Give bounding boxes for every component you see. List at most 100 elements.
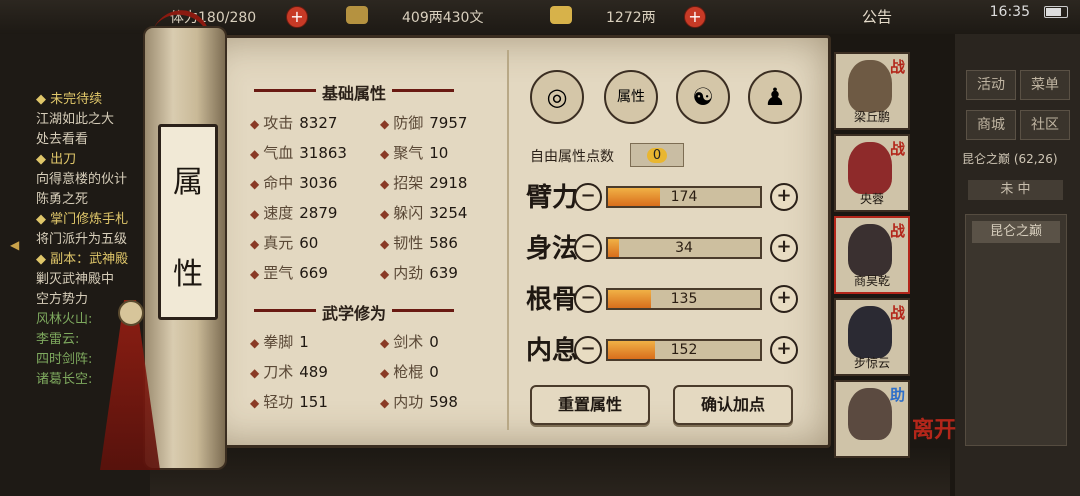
battery-icon <box>1044 6 1068 18</box>
quest-line: 剿灭武神殿中 <box>36 272 115 287</box>
decrease-attribute-button[interactable]: − <box>574 183 602 211</box>
increase-attribute-button[interactable]: + <box>770 183 798 211</box>
quest-line[interactable]: ◆ 未完待续 <box>36 88 102 107</box>
diamond-icon: ◆ <box>250 147 260 161</box>
stat-item: ◆ 真元 60 <box>250 232 318 253</box>
decrease-attribute-button[interactable]: − <box>574 336 602 364</box>
quest-line: 向得意楼的伙计 <box>36 172 128 187</box>
stat-value: 60 <box>299 234 319 252</box>
diamond-icon: ◆ <box>380 336 390 350</box>
decrease-attribute-button[interactable]: − <box>574 234 602 262</box>
party-member-card[interactable]: 战步惊云 <box>834 298 910 376</box>
attribute-book-icon[interactable]: 属性 <box>604 70 658 124</box>
list-item[interactable]: 昆仑之巅 <box>972 221 1060 243</box>
stat-label: 剑术 <box>393 333 424 351</box>
diamond-icon: ◆ <box>380 396 390 410</box>
quest-line[interactable]: ◆ 掌门修炼手札 <box>36 208 128 227</box>
clock-text: 16:35 <box>989 4 1030 20</box>
stat-label: 韧性 <box>393 234 424 252</box>
decrease-attribute-button[interactable]: − <box>574 285 602 313</box>
diamond-icon: ◆ <box>250 366 260 380</box>
hat-icon[interactable]: ◎ <box>530 70 584 124</box>
quest-line[interactable]: ◆ 出刀 <box>36 148 76 167</box>
stat-label: 枪棍 <box>393 363 424 381</box>
scroll-title-char-2: 性 <box>173 257 203 292</box>
quest-line[interactable]: ◆ 副本：武神殿 <box>36 248 128 267</box>
quest-line: 空方势力 <box>36 292 89 307</box>
notice-button[interactable]: 公告 <box>862 6 892 27</box>
quest-line: 四时剑阵: <box>36 352 93 367</box>
map-tab[interactable]: 未 中 <box>968 180 1063 200</box>
diamond-icon: ◆ <box>250 336 260 350</box>
collapse-arrow-icon[interactable]: ◀ <box>10 238 19 252</box>
increase-attribute-button[interactable]: + <box>770 336 798 364</box>
diamond-icon: ◆ <box>250 207 260 221</box>
attribute-bar: 174 <box>606 186 762 208</box>
stat-label: 聚气 <box>393 144 424 162</box>
stat-value: 586 <box>429 234 458 252</box>
increase-attribute-button[interactable]: + <box>770 234 798 262</box>
stat-item: ◆ 枪棍 0 <box>380 361 439 382</box>
stat-value: 669 <box>299 264 328 282</box>
portrait-image <box>848 142 892 194</box>
reset-attributes-button[interactable]: 重置属性 <box>530 385 650 425</box>
menu-button[interactable]: 菜单 <box>1020 70 1070 100</box>
portrait-image <box>848 306 892 358</box>
stat-label: 躲闪 <box>393 204 424 222</box>
add-gold-button[interactable]: + <box>684 6 706 28</box>
confirm-points-button[interactable]: 确认加点 <box>673 385 793 425</box>
free-points-box: 0 <box>630 143 684 167</box>
community-button[interactable]: 社区 <box>1020 110 1070 140</box>
tassel-knot <box>118 300 144 326</box>
basic-attributes-title: 基础属性 <box>253 80 455 104</box>
stat-label: 罡气 <box>263 264 294 282</box>
party-member-card[interactable]: 助 <box>834 380 910 458</box>
stat-value: 489 <box>299 363 328 381</box>
money-text: 409两430文 <box>402 10 484 26</box>
diamond-icon: ◆ <box>380 177 390 191</box>
party-member-card[interactable]: 战央蓉 <box>834 134 910 212</box>
stat-value: 639 <box>429 264 458 282</box>
attribute-value: 135 <box>670 291 698 307</box>
stat-item: ◆ 罡气 669 <box>250 262 328 283</box>
increase-attribute-button[interactable]: + <box>770 285 798 313</box>
stat-label: 防御 <box>393 114 424 132</box>
add-stamina-button[interactable]: + <box>286 6 308 28</box>
stat-item: ◆ 命中 3036 <box>250 172 337 193</box>
portrait-image <box>848 60 892 112</box>
stat-label: 命中 <box>263 174 294 192</box>
attribute-bar: 34 <box>606 237 762 259</box>
stat-label: 攻击 <box>263 114 294 132</box>
shop-button[interactable]: 商城 <box>966 110 1016 140</box>
yin-yang-icon[interactable]: ☯ <box>676 70 730 124</box>
coin-icon <box>346 6 368 24</box>
attribute-name: 臂力 <box>526 183 579 213</box>
diamond-icon: ◆ <box>250 396 260 410</box>
gold-text: 1272两 <box>606 10 656 26</box>
quest-line: 风林火山: <box>36 312 93 327</box>
diamond-icon: ◆ <box>380 267 390 281</box>
role-tag: 助 <box>889 386 905 404</box>
party-member-card[interactable]: 战商昊乾 <box>834 216 910 294</box>
party-member-card[interactable]: 战梁丘鹏 <box>834 52 910 130</box>
stat-value: 3036 <box>299 174 338 192</box>
stat-value: 31863 <box>299 144 347 162</box>
role-tag: 战 <box>889 58 905 76</box>
diamond-icon: ◆ <box>380 237 390 251</box>
stat-item: ◆ 内功 598 <box>380 391 458 412</box>
stat-item: ◆ 刀术 489 <box>250 361 328 382</box>
stat-item: ◆ 内劲 639 <box>380 262 458 283</box>
activity-button[interactable]: 活动 <box>966 70 1016 100</box>
stat-item: ◆ 攻击 8327 <box>250 112 337 133</box>
diamond-icon: ◆ <box>380 117 390 131</box>
stat-value: 3254 <box>429 204 468 222</box>
quest-line: 将门派升为五级 <box>36 232 128 247</box>
portrait-image <box>848 388 892 440</box>
leave-button[interactable]: 离开 <box>912 412 956 444</box>
stat-item: ◆ 气血 31863 <box>250 142 347 163</box>
stat-item: ◆ 防御 7957 <box>380 112 467 133</box>
attribute-bar: 152 <box>606 339 762 361</box>
attribute-name: 根骨 <box>526 285 579 315</box>
body-icon[interactable]: ♟ <box>748 70 802 124</box>
stat-item: ◆ 聚气 10 <box>380 142 448 163</box>
